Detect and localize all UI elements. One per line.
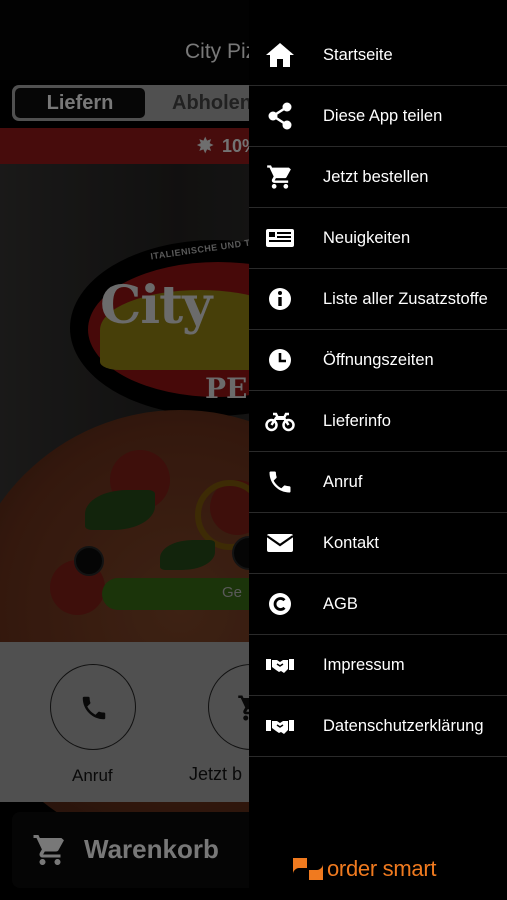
drawer-item-privacy[interactable]: Datenschutzerklärung [249,696,507,757]
drawer-item-additives[interactable]: Liste aller Zusatzstoffe [249,269,507,330]
drawer-item-label: AGB [323,595,358,613]
drawer-item-label: Neuigkeiten [323,229,411,247]
drawer-item-call[interactable]: Anruf [249,452,507,513]
clock-icon [265,346,295,374]
drawer-item-share-app[interactable]: Diese App teilen [249,86,507,147]
handshake-icon [265,712,295,740]
logo-city-text: City [100,275,212,336]
olive [74,546,104,576]
drawer-item-label: Anruf [323,473,363,491]
cart-icon [265,163,295,191]
drawer-item-label: Datenschutzerklärung [323,717,484,735]
basil-leaf [160,540,215,570]
envelope-icon [265,529,295,557]
cart-icon [33,835,64,865]
drawer-item-label: Impressum [323,656,405,674]
logo-pe-text: PE [205,372,248,405]
navigation-drawer: Startseite Diese App teilen Jetzt bestel… [249,0,507,900]
drawer-item-label: Jetzt bestellen [323,168,429,186]
drawer-item-terms[interactable]: AGB [249,574,507,635]
drawer-item-startseite[interactable]: Startseite [249,25,507,86]
call-button[interactable] [50,664,136,750]
drawer-item-contact[interactable]: Kontakt [249,513,507,574]
cart-label: Warenkorb [84,834,219,864]
drawer-item-delivery-info[interactable]: Lieferinfo [249,391,507,452]
order-smart-logo: order smart [293,856,463,884]
home-icon [265,41,295,69]
phone-icon [82,696,106,720]
news-icon [265,224,295,252]
drawer-item-label: Kontakt [323,534,379,552]
tab-liefern[interactable]: Liefern [15,88,145,118]
share-icon [265,102,295,130]
drawer-item-label: Öffnungszeiten [323,351,434,369]
drawer-item-label: Startseite [323,46,393,64]
drawer-item-label: Lieferinfo [323,412,391,430]
app-title: City Piz [185,40,257,63]
basil-leaf [85,490,155,530]
motorbike-icon [265,407,295,435]
call-label: Anruf [72,766,113,785]
handshake-icon [265,651,295,679]
drawer-item-imprint[interactable]: Impressum [249,635,507,696]
phone-icon [265,468,295,496]
order-smart-mark-icon [293,858,323,880]
drawer-item-order-now[interactable]: Jetzt bestellen [249,147,507,208]
drawer-item-opening-hours[interactable]: Öffnungszeiten [249,330,507,391]
order-now-label: Ge [222,584,243,601]
drawer-item-label: Liste aller Zusatzstoffe [323,290,488,308]
info-icon [265,285,295,313]
badge-icon: ✸ [196,133,215,158]
copyright-icon [265,590,295,618]
drawer-item-label: Diese App teilen [323,107,443,125]
brand-text: order smart [327,856,437,881]
order-label: Jetzt b [189,764,243,784]
drawer-item-news[interactable]: Neuigkeiten [249,208,507,269]
